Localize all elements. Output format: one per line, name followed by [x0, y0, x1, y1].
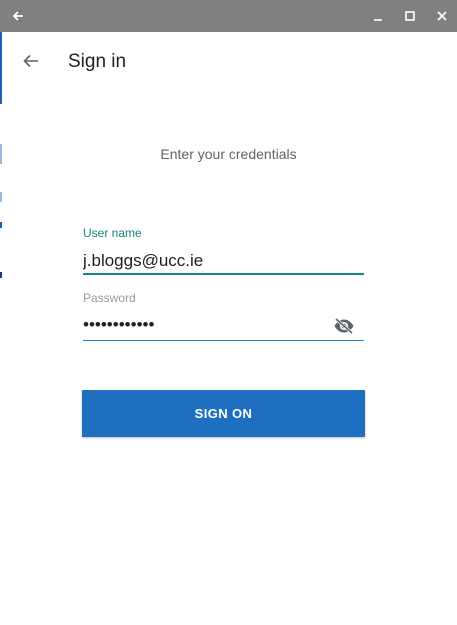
arrow-left-icon[interactable] [18, 48, 44, 74]
minimize-icon[interactable] [370, 0, 386, 32]
back-arrow-icon[interactable] [8, 0, 28, 32]
username-field[interactable] [83, 249, 364, 275]
close-icon[interactable] [434, 0, 450, 32]
password-field[interactable]: •••••••••••• [83, 314, 364, 341]
eye-off-icon[interactable] [331, 314, 357, 338]
app-bar: Sign in [0, 32, 457, 88]
password-label: Password [83, 291, 136, 305]
page-title: Sign in [68, 51, 127, 72]
edge-accent [0, 192, 2, 202]
username-label: User name [83, 226, 142, 240]
edge-accent [0, 222, 2, 228]
credentials-prompt: Enter your credentials [160, 146, 297, 162]
password-value: •••••••••••• [83, 315, 155, 334]
window-left-edge [0, 32, 2, 625]
maximize-icon[interactable] [402, 0, 418, 32]
sign-on-button[interactable]: SIGN ON [82, 390, 365, 437]
edge-accent [0, 272, 2, 278]
window-titlebar [0, 0, 457, 32]
